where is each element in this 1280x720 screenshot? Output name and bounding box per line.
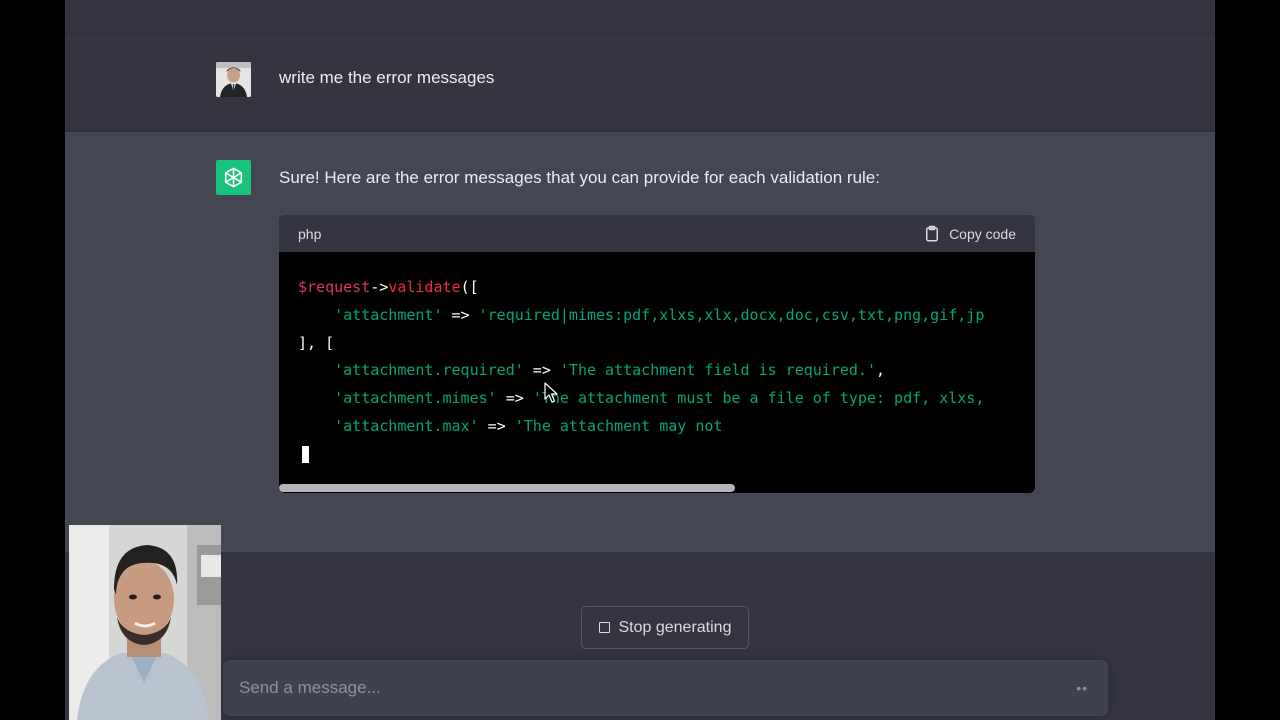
code-token: 'The attachment may not <box>514 416 723 435</box>
code-token: -> <box>370 278 389 296</box>
code-token: => <box>478 416 515 435</box>
dots-icon[interactable]: •• <box>1076 680 1088 696</box>
typing-cursor <box>302 445 309 463</box>
previous-message-edge <box>65 0 1215 33</box>
code-token: 'attachment.mimes' <box>334 389 497 408</box>
webcam-overlay <box>69 525 221 720</box>
code-block-header: php Copy code <box>279 215 1035 252</box>
message-input-box: •• <box>223 660 1108 716</box>
code-token: => <box>523 361 560 380</box>
assistant-intro-text: Sure! Here are the error messages that y… <box>279 168 880 187</box>
code-token: 'The attachment must be a file of type: … <box>532 389 985 408</box>
message-input[interactable] <box>239 672 1039 704</box>
copy-code-button[interactable]: Copy code <box>923 225 1016 243</box>
assistant-message-row: Sure! Here are the error messages that y… <box>65 132 1215 552</box>
code-token: ], [ <box>298 333 335 352</box>
code-language-label: php <box>298 225 322 242</box>
code-token: ([ <box>460 278 479 296</box>
code-line: $request->validate([ <box>298 274 1035 302</box>
code-line: 'attachment' => 'required|mimes:pdf,xlxs… <box>298 302 1035 330</box>
scrollbar-thumb[interactable] <box>279 484 735 492</box>
code-line: 'attachment.mimes' => 'The attachment mu… <box>298 385 1035 413</box>
horizontal-scrollbar[interactable] <box>279 483 1035 493</box>
code-token: => <box>442 305 479 324</box>
code-token: => <box>496 389 533 408</box>
code-token: 'attachment' <box>334 305 443 324</box>
stop-generating-button[interactable]: Stop generating <box>581 606 749 649</box>
webcam-person-image <box>69 525 221 720</box>
user-avatar-photo-icon <box>216 62 251 97</box>
composer-area: Stop generating •• <box>65 552 1215 720</box>
stop-generating-label: Stop generating <box>618 618 732 636</box>
chat-app: write me the error messages Sure! Here a… <box>65 0 1215 720</box>
code-line: 'attachment.required' => 'The attachment… <box>298 357 1035 385</box>
user-message-row: write me the error messages <box>65 33 1215 131</box>
code-token: , <box>875 361 886 380</box>
code-token: validate <box>388 278 461 296</box>
code-block: php Copy code $request->validate([ 'atta… <box>279 215 1035 493</box>
code-token: 'attachment.max' <box>334 416 479 435</box>
mouse-pointer-icon <box>544 382 558 409</box>
code-token: $request <box>298 278 371 296</box>
code-lines: $request->validate([ 'attachment' => 're… <box>298 274 1035 441</box>
code-line: ], [ <box>298 330 1035 358</box>
screen: write me the error messages Sure! Here a… <box>0 0 1280 720</box>
code-line: 'attachment.max' => 'The attachment may … <box>298 413 1035 441</box>
code-token: 'required|mimes:pdf,xlxs,xlx,docx,doc,cs… <box>478 305 985 324</box>
code-content: $request->validate([ 'attachment' => 're… <box>279 252 1035 493</box>
stop-square-icon <box>598 622 610 633</box>
code-token: 'attachment.required' <box>334 361 524 380</box>
openai-logo-icon <box>224 167 243 188</box>
code-token: 'The attachment field is required.' <box>559 361 876 380</box>
clipboard-icon <box>926 225 939 241</box>
user-avatar <box>216 62 251 97</box>
user-message-text: write me the error messages <box>279 68 495 87</box>
assistant-avatar <box>216 160 251 195</box>
copy-code-label: Copy code <box>949 225 1016 242</box>
